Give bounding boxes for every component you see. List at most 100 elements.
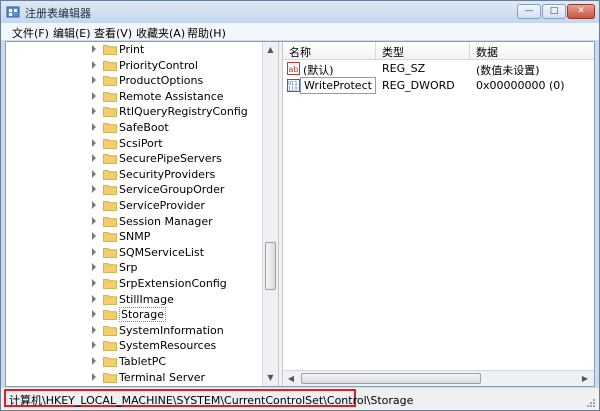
tree-item[interactable]: SafeBoot	[6, 120, 262, 136]
tree-item[interactable]: ProductOptions	[6, 73, 262, 89]
expand-arrow-icon[interactable]	[92, 357, 96, 365]
minimize-button[interactable]: —	[517, 4, 541, 19]
expand-arrow-icon[interactable]	[92, 201, 96, 209]
column-type[interactable]: 类型	[382, 44, 404, 60]
folder-icon	[103, 185, 117, 196]
tree-item-label[interactable]: SecurityProviders	[119, 168, 215, 181]
tree-item[interactable]: SystemResources	[6, 338, 262, 354]
column-divider[interactable]	[469, 42, 470, 59]
tree-item[interactable]: ScsiPort	[6, 136, 262, 152]
title-bar[interactable]: 注册表编辑器 — □ ✕	[1, 1, 599, 23]
tree-item[interactable]: PriorityControl	[6, 58, 262, 74]
tree-item-label[interactable]: ProductOptions	[119, 74, 203, 87]
tree-item[interactable]: ServiceProvider	[6, 198, 262, 214]
expand-arrow-icon[interactable]	[92, 154, 96, 163]
tree-item[interactable]: Terminal Server	[6, 370, 262, 386]
tree-item-label[interactable]: ServiceProvider	[119, 199, 205, 212]
tree-item[interactable]: SecurePipeServers	[6, 151, 262, 167]
expand-arrow-icon[interactable]	[92, 279, 96, 287]
tree-item[interactable]: Session Manager	[6, 214, 262, 230]
tree-item-label[interactable]: TabletPC	[119, 355, 166, 368]
expand-arrow-icon[interactable]	[92, 169, 96, 178]
tree-item-label[interactable]: StillImage	[119, 293, 174, 306]
status-bar: 计算机\HKEY_LOCAL_MACHINE\SYSTEM\CurrentCon…	[1, 388, 599, 410]
scroll-down-icon[interactable]: ▼	[263, 370, 278, 386]
scroll-left-icon[interactable]: ◀	[283, 371, 299, 386]
tree-item-label[interactable]: SystemInformation	[119, 324, 224, 337]
resize-grip-icon[interactable]	[586, 398, 596, 408]
expand-arrow-icon[interactable]	[92, 294, 96, 303]
expand-arrow-icon[interactable]	[92, 138, 96, 147]
tree-item[interactable]: Storage	[6, 307, 262, 323]
tree-item[interactable]: RtlQueryRegistryConfig	[6, 104, 262, 120]
tree-item[interactable]: ServiceGroupOrder	[6, 182, 262, 198]
value-row-default[interactable]: ab (默认) REG_SZ (数值未设置)	[283, 61, 594, 77]
column-data[interactable]: 数据	[476, 44, 498, 60]
tree-item-label[interactable]: Terminal Server	[119, 371, 205, 384]
expand-arrow-icon[interactable]	[92, 45, 96, 53]
hscroll-thumb[interactable]	[301, 373, 481, 384]
expand-arrow-icon[interactable]	[92, 76, 96, 85]
tree-item-label[interactable]: Session Manager	[119, 215, 213, 228]
menu-help[interactable]: 帮助(H)	[187, 25, 226, 41]
tree-item-label[interactable]: SecurePipeServers	[119, 152, 222, 165]
scroll-thumb[interactable]	[265, 242, 276, 290]
menu-view[interactable]: 查看(V)	[94, 25, 132, 41]
menu-file[interactable]: 文件(F)	[12, 25, 49, 41]
tree-item[interactable]: Print	[6, 42, 262, 58]
expand-arrow-icon[interactable]	[92, 232, 96, 241]
menu-favorites[interactable]: 收藏夹(A)	[136, 25, 185, 41]
tree-item[interactable]: SecurityProviders	[6, 167, 262, 183]
expand-arrow-icon[interactable]	[92, 185, 96, 194]
expand-arrow-icon[interactable]	[92, 60, 96, 69]
tree-item-label[interactable]: RtlQueryRegistryConfig	[119, 105, 248, 118]
tree-item[interactable]: SrpExtensionConfig	[6, 276, 262, 292]
column-divider[interactable]	[375, 42, 376, 59]
column-name[interactable]: 名称	[289, 44, 311, 60]
expand-arrow-icon[interactable]	[92, 107, 96, 116]
value-data: 0x00000000 (0)	[476, 79, 565, 92]
registry-editor-window: 注册表编辑器 — □ ✕ 文件(F) 编辑(E) 查看(V) 收藏夹(A) 帮助…	[0, 0, 600, 411]
tree-item-label[interactable]: Storage	[119, 307, 167, 323]
tree-item-label[interactable]: SafeBoot	[119, 121, 169, 134]
expand-arrow-icon[interactable]	[92, 91, 96, 100]
expand-arrow-icon[interactable]	[92, 310, 96, 319]
folder-icon	[103, 91, 117, 102]
tree-item[interactable]: Srp	[6, 260, 262, 276]
tree-vertical-scrollbar[interactable]: ▲ ▼	[262, 42, 278, 386]
expand-arrow-icon[interactable]	[92, 216, 96, 225]
expand-arrow-icon[interactable]	[92, 325, 96, 334]
tree-item-label[interactable]: SNMP	[119, 230, 150, 243]
scroll-up-icon[interactable]: ▲	[263, 42, 278, 58]
values-horizontal-scrollbar[interactable]: ◀ ▶	[283, 370, 594, 386]
expand-arrow-icon[interactable]	[92, 372, 96, 381]
close-button[interactable]: ✕	[567, 4, 595, 19]
value-name-edit-field[interactable]: WriteProtect	[300, 77, 376, 94]
tree-item-label[interactable]: SQMServiceList	[119, 246, 204, 259]
maximize-button[interactable]: □	[542, 4, 566, 19]
tree-item-label[interactable]: Remote Assistance	[119, 90, 224, 103]
tree-item[interactable]: StillImage	[6, 292, 262, 308]
tree-item-label[interactable]: Srp	[119, 261, 138, 274]
tree-item-label[interactable]: ScsiPort	[119, 137, 163, 150]
tree-item-label[interactable]: Print	[119, 43, 144, 56]
tree-item[interactable]: Remote Assistance	[6, 89, 262, 105]
menu-edit[interactable]: 编辑(E)	[53, 25, 91, 41]
tree-item[interactable]: SystemInformation	[6, 323, 262, 339]
tree-item-label[interactable]: ServiceGroupOrder	[119, 183, 224, 196]
tree-item-label[interactable]: SrpExtensionConfig	[119, 277, 227, 290]
scroll-right-icon[interactable]: ▶	[577, 371, 593, 386]
expand-arrow-icon[interactable]	[92, 263, 96, 272]
tree-item[interactable]: TabletPC	[6, 354, 262, 370]
expand-arrow-icon[interactable]	[92, 341, 96, 350]
folder-icon	[103, 60, 117, 71]
folder-icon	[103, 169, 117, 180]
tree-item[interactable]: SNMP	[6, 229, 262, 245]
expand-arrow-icon[interactable]	[92, 247, 96, 256]
tree-item-label[interactable]: PriorityControl	[119, 59, 198, 72]
tree-item[interactable]: SQMServiceList	[6, 245, 262, 261]
expand-arrow-icon[interactable]	[92, 123, 96, 131]
value-row-writeprotect[interactable]: 011 110 WriteProtect REG_DWORD 0x0000000…	[283, 77, 594, 94]
values-list: 名称 类型 数据 ab (默认) REG_SZ (数值未设置) 011 110 …	[283, 42, 594, 386]
tree-item-label[interactable]: SystemResources	[119, 339, 216, 352]
